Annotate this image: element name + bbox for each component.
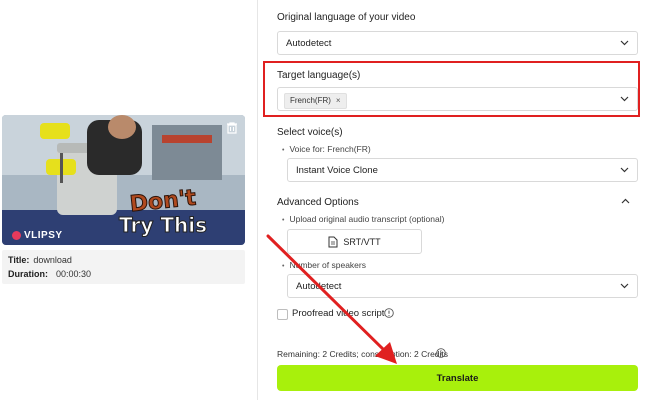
- video-caption: Don't Try This: [119, 185, 208, 237]
- original-language-select[interactable]: Autodetect: [277, 31, 638, 55]
- video-meta: Title: download Duration: 00:00:30: [2, 250, 245, 284]
- file-icon: [328, 236, 338, 247]
- info-icon[interactable]: [436, 348, 446, 358]
- speakers-value: Autodetect: [296, 281, 342, 292]
- title-label: Title:: [8, 255, 30, 265]
- upload-transcript-text: Upload original audio transcript (option…: [289, 214, 445, 224]
- duration-row: Duration: 00:00:30: [8, 269, 91, 279]
- translate-button[interactable]: Translate: [277, 365, 638, 391]
- help-circle-icon[interactable]: [384, 308, 394, 318]
- voice-value: Instant Voice Clone: [296, 165, 378, 176]
- speakers-select[interactable]: Autodetect: [287, 274, 638, 298]
- translate-button-label: Translate: [436, 372, 479, 384]
- language-tag-label: French(FR): [290, 96, 331, 105]
- voice-for-label: • Voice for: French(FR): [282, 144, 371, 154]
- advanced-options-label[interactable]: Advanced Options: [277, 197, 359, 208]
- target-language-select[interactable]: French(FR) ×: [277, 87, 638, 111]
- language-tag-french: French(FR) ×: [284, 93, 347, 109]
- target-language-label: Target language(s): [277, 70, 361, 81]
- watermark-text: VLIPSY: [24, 230, 63, 241]
- credits-text: Remaining: 2 Credits; consumption: 2 Cre…: [277, 349, 449, 359]
- panel-divider: [257, 0, 258, 400]
- srt-vtt-upload-button[interactable]: SRT/VTT: [287, 229, 422, 254]
- trash-icon[interactable]: [225, 121, 239, 135]
- bullet-icon: •: [282, 217, 285, 224]
- chevron-up-icon[interactable]: [621, 198, 630, 204]
- original-language-label: Original language of your video: [277, 12, 416, 23]
- tag-remove-icon[interactable]: ×: [336, 94, 341, 108]
- proofread-checkbox[interactable]: [277, 309, 288, 320]
- video-thumbnail[interactable]: VLIPSY Don't Try This: [2, 115, 245, 245]
- speakers-text: Number of speakers: [289, 260, 366, 270]
- title-value: download: [33, 255, 72, 265]
- voice-for-text: Voice for: French(FR): [289, 144, 371, 154]
- original-language-value: Autodetect: [286, 38, 332, 49]
- upload-transcript-label: • Upload original audio transcript (optio…: [282, 214, 444, 224]
- vlipsy-logo-icon: [12, 231, 21, 240]
- proofread-label: Proofread video script: [292, 308, 385, 319]
- chevron-down-icon: [620, 40, 629, 46]
- voice-select[interactable]: Instant Voice Clone: [287, 158, 638, 182]
- title-row: Title: download: [8, 255, 72, 265]
- vlipsy-watermark: VLIPSY: [12, 230, 63, 241]
- speakers-label: • Number of speakers: [282, 260, 366, 270]
- select-voice-label: Select voice(s): [277, 127, 343, 138]
- video-preview-panel: VLIPSY Don't Try This Title: download Dur…: [0, 0, 257, 400]
- bullet-icon: •: [282, 147, 285, 154]
- chevron-down-icon: [620, 167, 629, 173]
- duration-value: 00:00:30: [56, 269, 92, 279]
- chevron-down-icon: [620, 283, 629, 289]
- duration-label: Duration:: [8, 269, 48, 279]
- caption-line-2: Try This: [119, 213, 208, 237]
- srt-button-label: SRT/VTT: [343, 236, 381, 247]
- bullet-icon: •: [282, 263, 285, 270]
- chevron-down-icon: [620, 96, 629, 102]
